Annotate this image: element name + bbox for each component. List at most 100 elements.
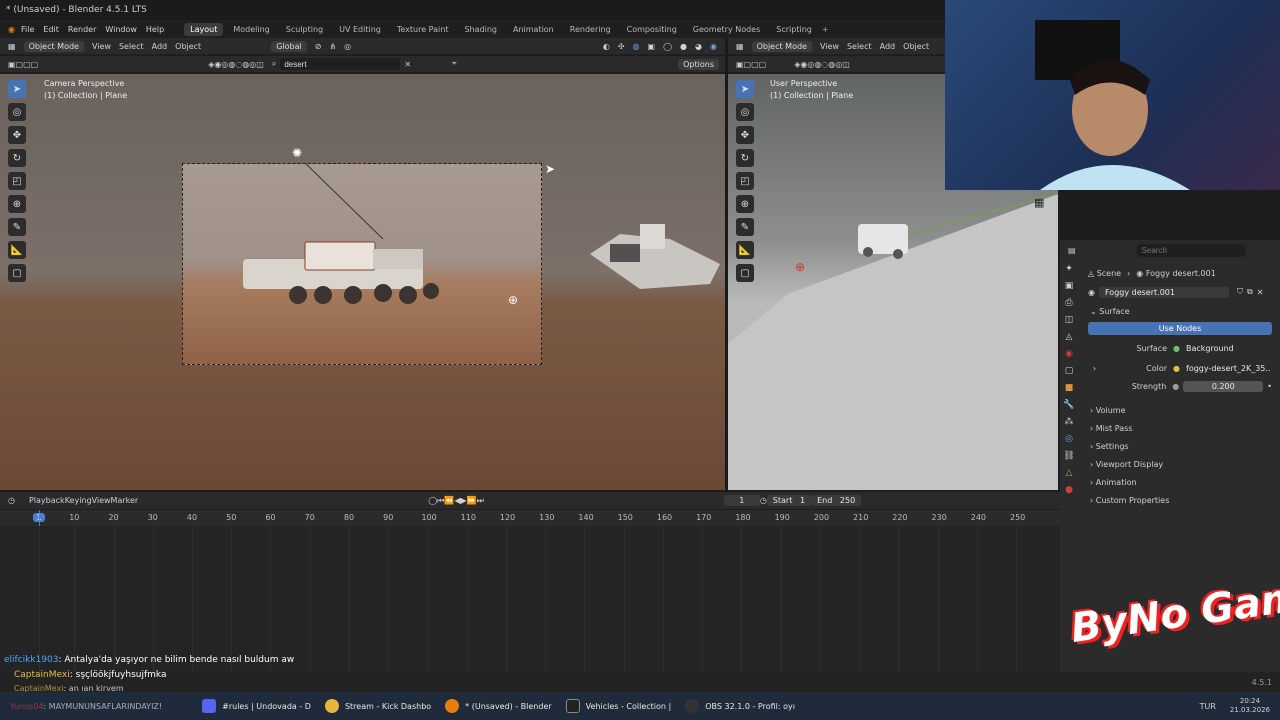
menu-add[interactable]: Add xyxy=(152,42,168,51)
menu-view-timeline[interactable]: View xyxy=(92,496,111,505)
menu-object[interactable]: Object xyxy=(175,42,201,51)
annotate-tool-icon[interactable]: ✎ xyxy=(8,218,26,236)
modifier-tab-icon[interactable]: 🔧 xyxy=(1063,400,1074,410)
physics-tab-icon[interactable]: ◎ xyxy=(1065,434,1073,444)
editor-type-icon-right[interactable]: ▦ xyxy=(736,42,744,51)
menu-keying[interactable]: Keying xyxy=(65,496,92,505)
fake-user-icon[interactable]: ⛉ xyxy=(1237,287,1243,297)
visibility-icon[interactable]: ◐ xyxy=(603,42,610,51)
color-texture-field[interactable]: foggy-desert_2K_35... xyxy=(1180,362,1270,374)
gizmo-icon[interactable]: ✣ xyxy=(618,42,625,51)
properties-editor-icon[interactable]: ▤ xyxy=(1068,246,1076,255)
world-tab-icon[interactable]: ◉ xyxy=(1065,349,1073,359)
object-tab-icon[interactable]: ■ xyxy=(1065,383,1074,393)
collection-tab-icon[interactable]: ▢ xyxy=(1065,366,1074,376)
current-frame-field[interactable]: 1 xyxy=(723,495,760,506)
taskbar-chrome[interactable]: Stream - Kick Dashbo xyxy=(324,699,431,713)
tab-scripting[interactable]: Scripting xyxy=(770,23,818,36)
surface-shader-field[interactable]: Background xyxy=(1180,342,1260,354)
next-key-icon[interactable]: ⏩ xyxy=(467,496,477,505)
tab-sculpting[interactable]: Sculpting xyxy=(280,23,329,36)
options-dropdown[interactable]: Options xyxy=(678,58,719,70)
transform-orientation-dropdown[interactable]: Global xyxy=(271,40,307,52)
prev-key-icon[interactable]: ⏪ xyxy=(444,496,454,505)
cursor-tool-icon-right[interactable]: ◎ xyxy=(736,103,754,121)
menu-playback[interactable]: Playback xyxy=(29,496,65,505)
tab-geometry-nodes[interactable]: Geometry Nodes xyxy=(687,23,766,36)
filter-icons-right[interactable]: ◈◉◎◍◌◍◎◫ xyxy=(794,60,850,69)
tool-tab-icon[interactable]: ✦ xyxy=(1065,264,1073,274)
jump-end-icon[interactable]: ⏭ xyxy=(477,496,484,506)
cursor-tool-icon[interactable]: ◎ xyxy=(8,103,26,121)
menu-view[interactable]: View xyxy=(92,42,111,51)
output-tab-icon[interactable]: ⎙ xyxy=(1065,298,1072,308)
taskbar-obs[interactable]: OBS 32.1.0 - Profil: oyı xyxy=(685,699,795,713)
menu-select-right[interactable]: Select xyxy=(847,42,872,51)
tab-shading[interactable]: Shading xyxy=(458,23,503,36)
start-frame-field[interactable]: Start 1 xyxy=(766,495,812,506)
jump-start-icon[interactable]: ⏮ xyxy=(437,496,444,506)
expand-color-icon[interactable]: › xyxy=(1093,364,1096,373)
move-tool-icon[interactable]: ✥ xyxy=(8,126,26,144)
pivot-icon[interactable]: ⊘ xyxy=(315,42,322,51)
timer-icon[interactable]: ◷ xyxy=(760,496,767,505)
rotate-tool-icon-right[interactable]: ↻ xyxy=(736,149,754,167)
tab-rendering[interactable]: Rendering xyxy=(564,23,617,36)
filter-icons[interactable]: ◈◉◎◍◌◍◎◫ xyxy=(208,60,264,69)
select-box-icon[interactable]: ▣▢▢▢ xyxy=(8,60,38,69)
viewport-camera[interactable]: Camera Perspective (1) Collection | Plan… xyxy=(0,74,725,490)
menu-add-right[interactable]: Add xyxy=(880,42,896,51)
end-frame-field[interactable]: End 250 xyxy=(811,495,862,506)
shading-material-icon[interactable]: ◕ xyxy=(695,42,702,51)
data-tab-icon[interactable]: △ xyxy=(1066,468,1073,478)
object-mode-dropdown-right[interactable]: Object Mode xyxy=(751,40,812,52)
particles-tab-icon[interactable]: ⁂ xyxy=(1065,417,1074,427)
strength-field[interactable]: 0.200 xyxy=(1183,380,1264,392)
menu-object-right[interactable]: Object xyxy=(903,42,929,51)
shading-solid-icon[interactable]: ● xyxy=(680,42,687,51)
timeline-editor-icon[interactable]: ◷ xyxy=(8,496,15,505)
menu-file[interactable]: File xyxy=(21,25,34,34)
taskbar-blender[interactable]: * (Unsaved) - Blender xyxy=(445,699,552,713)
tab-animation[interactable]: Animation xyxy=(507,23,560,36)
material-tab-icon[interactable]: ● xyxy=(1065,485,1073,495)
xray-icon[interactable]: ▣ xyxy=(648,42,656,51)
timeline-ruler[interactable]: 1102030405060708090100110120130140150160… xyxy=(0,510,1060,526)
tab-modeling[interactable]: Modeling xyxy=(227,23,275,36)
add-workspace-icon[interactable]: + xyxy=(822,25,829,34)
overlay-icon[interactable]: ◍ xyxy=(633,42,640,51)
clock[interactable]: 20:24 21.03.2026 xyxy=(1230,697,1270,715)
snap-icon[interactable]: ⋔ xyxy=(329,42,336,51)
menu-marker[interactable]: Marker xyxy=(111,496,139,505)
menu-render[interactable]: Render xyxy=(68,25,96,34)
menu-help[interactable]: Help xyxy=(146,25,164,34)
view-layer-tab-icon[interactable]: ◫ xyxy=(1065,315,1074,325)
panel-custom-properties[interactable]: › Custom Properties xyxy=(1080,491,1280,509)
surface-panel-header[interactable]: ⌄ Surface xyxy=(1080,302,1280,320)
move-tool-icon-right[interactable]: ✥ xyxy=(736,126,754,144)
record-icon[interactable]: ◯ xyxy=(428,496,437,505)
tab-layout[interactable]: Layout xyxy=(184,22,224,36)
constraints-tab-icon[interactable]: ⛓ xyxy=(1063,451,1074,461)
panel-mist-pass[interactable]: › Mist Pass xyxy=(1080,419,1280,437)
timeline-area[interactable] xyxy=(0,510,1060,672)
object-mode-dropdown[interactable]: Object Mode xyxy=(23,40,84,52)
properties-search-input[interactable] xyxy=(1135,243,1246,257)
world-browse-icon[interactable]: ◉ xyxy=(1088,288,1095,297)
scene-tab-icon[interactable]: ◬ xyxy=(1066,332,1073,342)
menu-view-right[interactable]: View xyxy=(820,42,839,51)
menu-select[interactable]: Select xyxy=(119,42,144,51)
measure-tool-icon[interactable]: 📐 xyxy=(8,241,26,259)
select-tool-icon-right[interactable]: ➤ xyxy=(736,80,754,98)
menu-edit[interactable]: Edit xyxy=(43,25,59,34)
shading-wireframe-icon[interactable]: ◯ xyxy=(663,42,672,51)
taskbar-discord[interactable]: #rules | Undovada - D xyxy=(202,699,311,713)
transform-tool-icon[interactable]: ⊕ xyxy=(8,195,26,213)
shading-rendered-icon[interactable]: ◉ xyxy=(710,42,717,51)
select-box-icon-right[interactable]: ▣▢▢▢ xyxy=(736,60,766,69)
add-cube-tool-icon[interactable]: ▢ xyxy=(8,264,26,282)
panel-volume[interactable]: › Volume xyxy=(1080,401,1280,419)
menu-window[interactable]: Window xyxy=(105,25,137,34)
outliner-search-input[interactable] xyxy=(280,58,401,70)
tab-uv-editing[interactable]: UV Editing xyxy=(333,23,387,36)
